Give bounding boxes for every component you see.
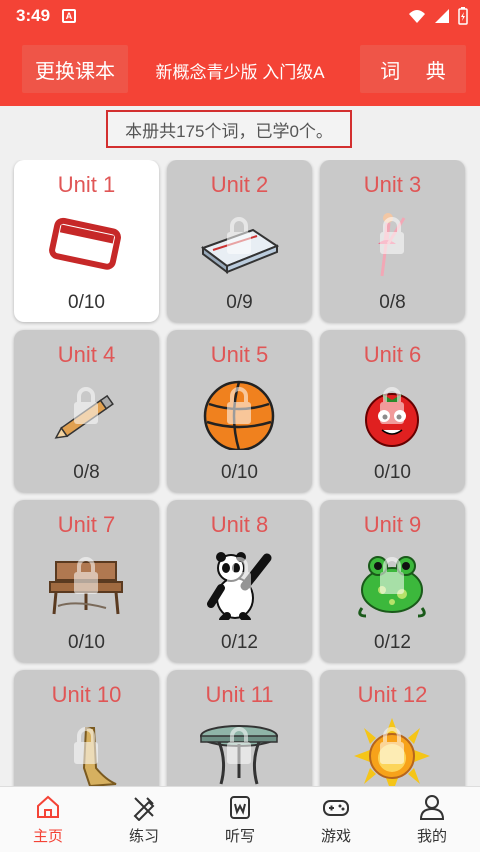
nav-profile[interactable]: 我的 [384,787,480,852]
change-textbook-button[interactable]: 更换课本 [22,45,128,93]
unit-grid: Unit 1 0/10 Unit 2 0/9 Unit 3 0/8 Unit 4 [0,160,480,786]
nav-label: 我的 [416,828,447,845]
lock-icon [380,557,404,594]
nav-label: 听写 [224,828,255,845]
unit-title: Unit 10 [51,682,122,707]
unit-title: Unit 1 [57,172,116,197]
unit-progress: 0/10 [68,292,105,313]
unit-title: Unit 2 [210,172,269,197]
unit-card-5[interactable]: Unit 5 0/10 [167,330,312,492]
practice-icon [133,797,155,821]
unit-card-2[interactable]: Unit 2 0/9 [167,160,312,322]
unit-card-10[interactable]: Unit 10 [14,670,159,786]
unit-progress: 0/9 [226,292,253,313]
lock-icon [227,727,251,764]
book-title: 新概念青少版 入门级A [155,63,325,82]
unit-card-3[interactable]: Unit 3 0/8 [320,160,465,322]
notification-icon: A [62,9,76,23]
cellular-icon [435,9,449,23]
unit-progress: 0/10 [68,632,105,653]
home-icon [37,795,59,818]
unit-progress: 0/12 [374,632,411,653]
nav-label: 游戏 [320,828,351,845]
name-tag-icon [49,217,121,270]
unit-title: Unit 8 [210,512,269,537]
gamepad-icon [323,800,349,816]
profile-icon [419,795,445,820]
unit-title: Unit 9 [363,512,422,537]
unit-title: Unit 4 [57,342,116,367]
lock-icon [227,217,251,254]
unit-card-4[interactable]: Unit 4 0/8 [14,330,159,492]
word-count-summary: 本册共175个词，已学0个。 [106,110,352,148]
unit-title: Unit 12 [357,682,428,707]
bottom-navigation: 主页 练习 听写 游戏 我的 [0,786,480,852]
status-time: 3:49 [16,6,51,25]
unit-card-6[interactable]: Unit 6 0/10 [320,330,465,492]
dictation-icon [230,796,250,819]
nav-home[interactable]: 主页 [0,787,96,852]
lock-icon [227,387,251,424]
unit-progress: 0/10 [221,462,258,483]
lock-icon [74,557,98,594]
system-icons [408,7,468,25]
unit-card-11[interactable]: Unit 11 [167,670,312,786]
unit-title: Unit 3 [363,172,422,197]
nav-games[interactable]: 游戏 [288,787,384,852]
unit-title: Unit 5 [210,342,269,367]
unit-title: Unit 11 [205,682,274,707]
lock-icon [380,387,404,424]
signal-icon [409,10,425,23]
battery-icon [458,7,468,25]
dictionary-button[interactable]: 词 典 [360,45,466,93]
status-bar: 3:49 A [0,0,480,32]
unit-progress: 0/8 [379,292,406,313]
app-bar: 更换课本 新概念青少版 入门级A 词 典 [0,32,480,106]
lock-icon [380,217,404,254]
unit-progress: 0/8 [73,462,100,483]
lock-icon [74,727,98,764]
nav-dictation[interactable]: 听写 [192,787,288,852]
lock-icon [227,557,251,594]
nav-label: 主页 [32,828,63,845]
unit-progress: 0/12 [221,632,258,653]
unit-title: Unit 6 [363,342,422,367]
unit-card-7[interactable]: Unit 7 0/10 [14,500,159,662]
unit-card-9[interactable]: Unit 9 0/12 [320,500,465,662]
unit-card-8[interactable]: Unit 8 0/12 [167,500,312,662]
nav-practice[interactable]: 练习 [96,787,192,852]
unit-card-12[interactable]: Unit 12 [320,670,465,786]
unit-card-1[interactable]: Unit 1 0/10 [14,160,159,322]
lock-icon [74,387,98,424]
lock-icon [380,727,404,764]
nav-label: 练习 [128,828,159,845]
unit-title: Unit 7 [57,512,116,537]
unit-progress: 0/10 [374,462,411,483]
